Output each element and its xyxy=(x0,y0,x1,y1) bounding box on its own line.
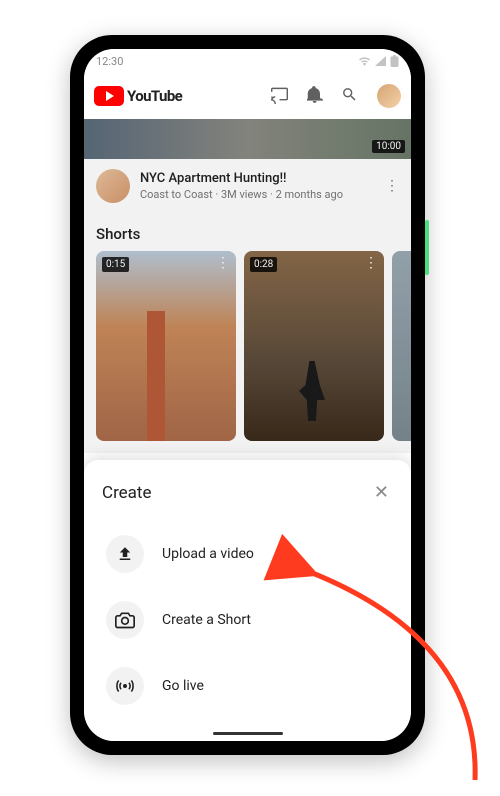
more-icon[interactable]: ⋮ xyxy=(216,255,230,271)
status-bar: 12:30 xyxy=(84,49,411,73)
bell-icon[interactable] xyxy=(307,86,325,106)
close-icon[interactable]: ✕ xyxy=(370,478,393,507)
more-icon[interactable]: ⋮ xyxy=(385,178,399,194)
status-time: 12:30 xyxy=(96,55,123,68)
create-sheet: Create ✕ Upload a video Create a Short xyxy=(84,460,411,741)
shorts-heading: Shorts xyxy=(84,213,411,251)
duration-badge: 10:00 xyxy=(372,140,405,153)
duration-badge: 0:15 xyxy=(102,257,129,272)
sheet-item-label: Create a Short xyxy=(162,612,251,628)
shorts-row[interactable]: 0:15 ⋮ 0:28 ⋮ xyxy=(84,251,411,453)
video-row[interactable]: NYC Apartment Hunting!! Coast to Coast ·… xyxy=(84,159,411,213)
search-icon[interactable] xyxy=(341,86,361,106)
app-header: YouTube xyxy=(84,73,411,119)
go-live-button[interactable]: Go live xyxy=(102,653,393,719)
screen: 12:30 YouTube xyxy=(84,49,411,741)
short-card[interactable]: 0:28 ⋮ xyxy=(244,251,384,441)
phone-frame: 12:30 YouTube xyxy=(70,35,425,755)
upload-icon xyxy=(106,535,144,573)
feed-content: 10:00 NYC Apartment Hunting!! Coast to C… xyxy=(84,119,411,453)
signal-icon xyxy=(375,56,386,66)
battery-icon xyxy=(390,55,399,67)
camera-icon xyxy=(106,601,144,639)
duration-badge: 0:28 xyxy=(250,257,277,272)
thumbnail-art xyxy=(299,361,325,421)
sheet-item-label: Go live xyxy=(162,678,204,694)
thumbnail-art xyxy=(126,311,186,441)
cast-icon[interactable] xyxy=(271,87,291,105)
sheet-title: Create xyxy=(102,483,152,503)
create-short-button[interactable]: Create a Short xyxy=(102,587,393,653)
power-button xyxy=(425,220,429,275)
youtube-logo[interactable]: YouTube xyxy=(94,86,265,106)
live-icon xyxy=(106,667,144,705)
short-card[interactable]: 0:15 ⋮ xyxy=(96,251,236,441)
logo-text: YouTube xyxy=(127,87,182,105)
status-icons xyxy=(358,55,399,67)
logo-icon xyxy=(94,86,124,106)
short-card[interactable] xyxy=(392,251,411,441)
channel-avatar[interactable] xyxy=(96,169,130,203)
home-indicator xyxy=(213,732,283,735)
upload-video-button[interactable]: Upload a video xyxy=(102,521,393,587)
video-meta: Coast to Coast · 3M views · 2 months ago xyxy=(140,188,375,201)
avatar[interactable] xyxy=(377,84,401,108)
video-title: NYC Apartment Hunting!! xyxy=(140,171,375,186)
more-icon[interactable]: ⋮ xyxy=(364,255,378,271)
video-thumbnail[interactable]: 10:00 xyxy=(84,119,411,159)
wifi-icon xyxy=(358,56,371,66)
sheet-item-label: Upload a video xyxy=(162,546,254,562)
